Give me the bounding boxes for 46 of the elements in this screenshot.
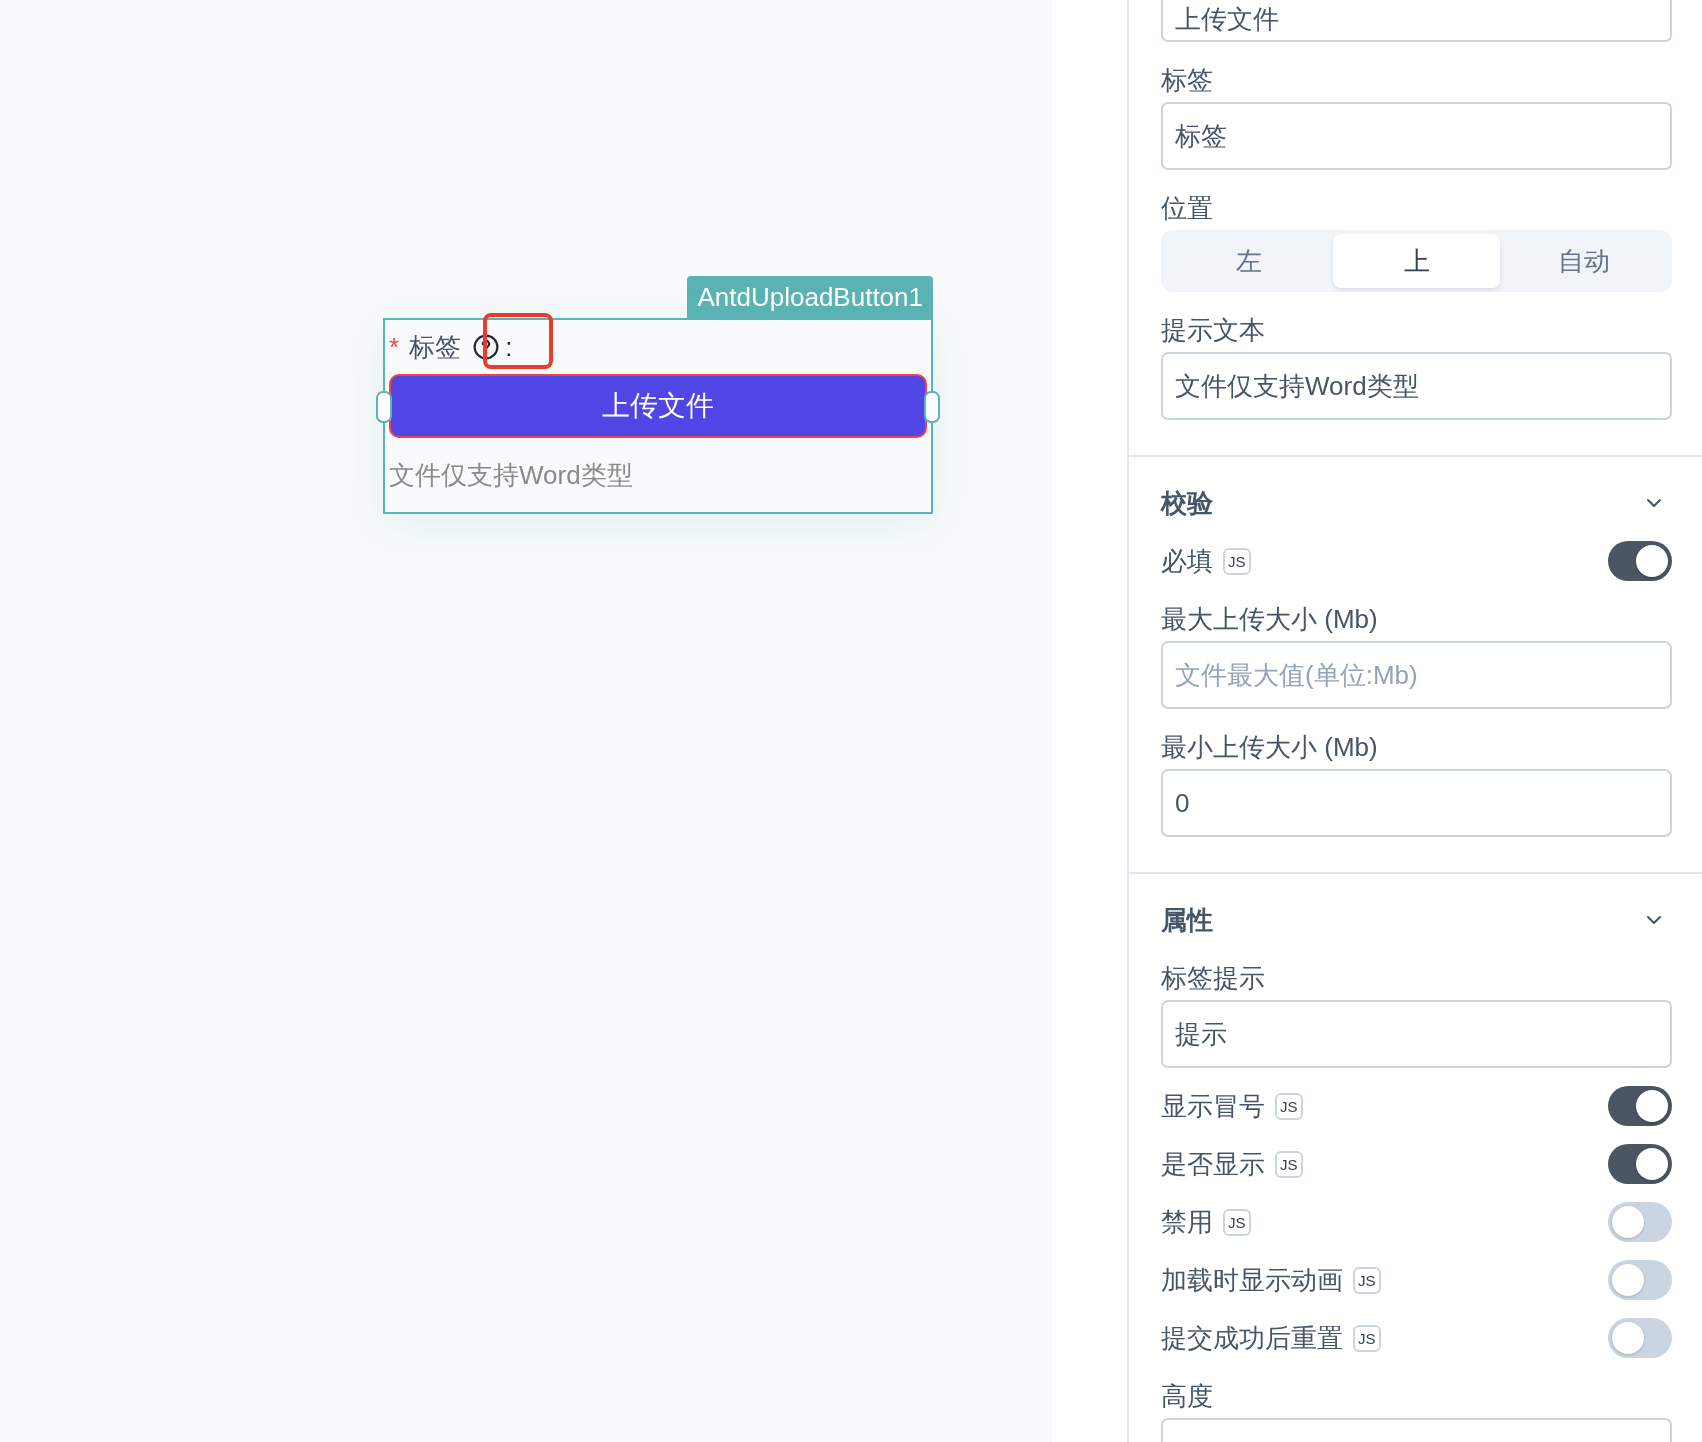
help-icon bbox=[473, 334, 500, 360]
js-badge[interactable]: JS bbox=[1223, 547, 1251, 575]
toggle-switch[interactable] bbox=[1608, 1202, 1672, 1242]
hint-text: 文件仅支持Word类型 bbox=[389, 459, 634, 492]
text-input[interactable]: 文件最大值(单位:Mb) bbox=[1161, 641, 1672, 709]
toggle-switch[interactable] bbox=[1608, 1318, 1672, 1358]
required-mark: * bbox=[389, 331, 400, 363]
text-input[interactable]: 提示 bbox=[1161, 1000, 1672, 1068]
label-colon: : bbox=[505, 331, 513, 363]
section-title: 校验 bbox=[1161, 486, 1213, 520]
toggle-label: 是否显示 bbox=[1161, 1147, 1265, 1181]
js-badge[interactable]: JS bbox=[1275, 1092, 1303, 1120]
js-badge[interactable]: JS bbox=[1353, 1324, 1381, 1352]
toggle-label: 禁用 bbox=[1161, 1205, 1213, 1239]
text-input[interactable]: 上传文件 bbox=[1161, 0, 1672, 42]
field-label: 最大上传大小 (Mb) bbox=[1161, 603, 1379, 636]
section-title: 属性 bbox=[1161, 903, 1213, 937]
toggle-label: 加载时显示动画 bbox=[1161, 1263, 1343, 1297]
upload-component[interactable]: * 标签 : 上传文件 文件仅支持Word类型 bbox=[383, 318, 933, 514]
js-badge[interactable]: JS bbox=[1275, 1150, 1303, 1178]
text-input[interactable]: 0 bbox=[1161, 769, 1672, 837]
component-tag: AntdUploadButton1 bbox=[687, 276, 933, 318]
segment-option[interactable]: 上 bbox=[1332, 234, 1501, 288]
resize-handle[interactable] bbox=[376, 391, 392, 423]
form-label: 标签 bbox=[409, 330, 462, 364]
toggle-label: 提交成功后重置 bbox=[1161, 1321, 1343, 1355]
js-badge[interactable]: JS bbox=[1353, 1266, 1381, 1294]
field-label: 高度 bbox=[1161, 1380, 1214, 1413]
toggle-switch[interactable] bbox=[1608, 541, 1672, 581]
toggle-switch[interactable] bbox=[1608, 1260, 1672, 1300]
segment-option[interactable]: 自动 bbox=[1500, 234, 1668, 288]
text-input[interactable]: 标签 bbox=[1161, 102, 1672, 170]
js-badge[interactable]: JS bbox=[1223, 1208, 1251, 1236]
field-label: 提示文本 bbox=[1161, 314, 1266, 347]
upload-button[interactable]: 上传文件 bbox=[389, 374, 927, 438]
toggle-label: 显示冒号 bbox=[1161, 1089, 1265, 1123]
toggle-switch[interactable] bbox=[1608, 1144, 1672, 1184]
resize-handle[interactable] bbox=[924, 391, 940, 423]
field-label: 标签提示 bbox=[1161, 962, 1266, 995]
segment-option[interactable]: 左 bbox=[1165, 234, 1333, 288]
field-label: 最小上传大小 (Mb) bbox=[1161, 731, 1379, 764]
toggle-switch[interactable] bbox=[1608, 1086, 1672, 1126]
field-label: 位置 bbox=[1161, 192, 1214, 225]
field-label: 标签 bbox=[1161, 64, 1214, 97]
toggle-label: 必填 bbox=[1161, 544, 1213, 578]
text-input[interactable]: 文件仅支持Word类型 bbox=[1161, 352, 1672, 420]
